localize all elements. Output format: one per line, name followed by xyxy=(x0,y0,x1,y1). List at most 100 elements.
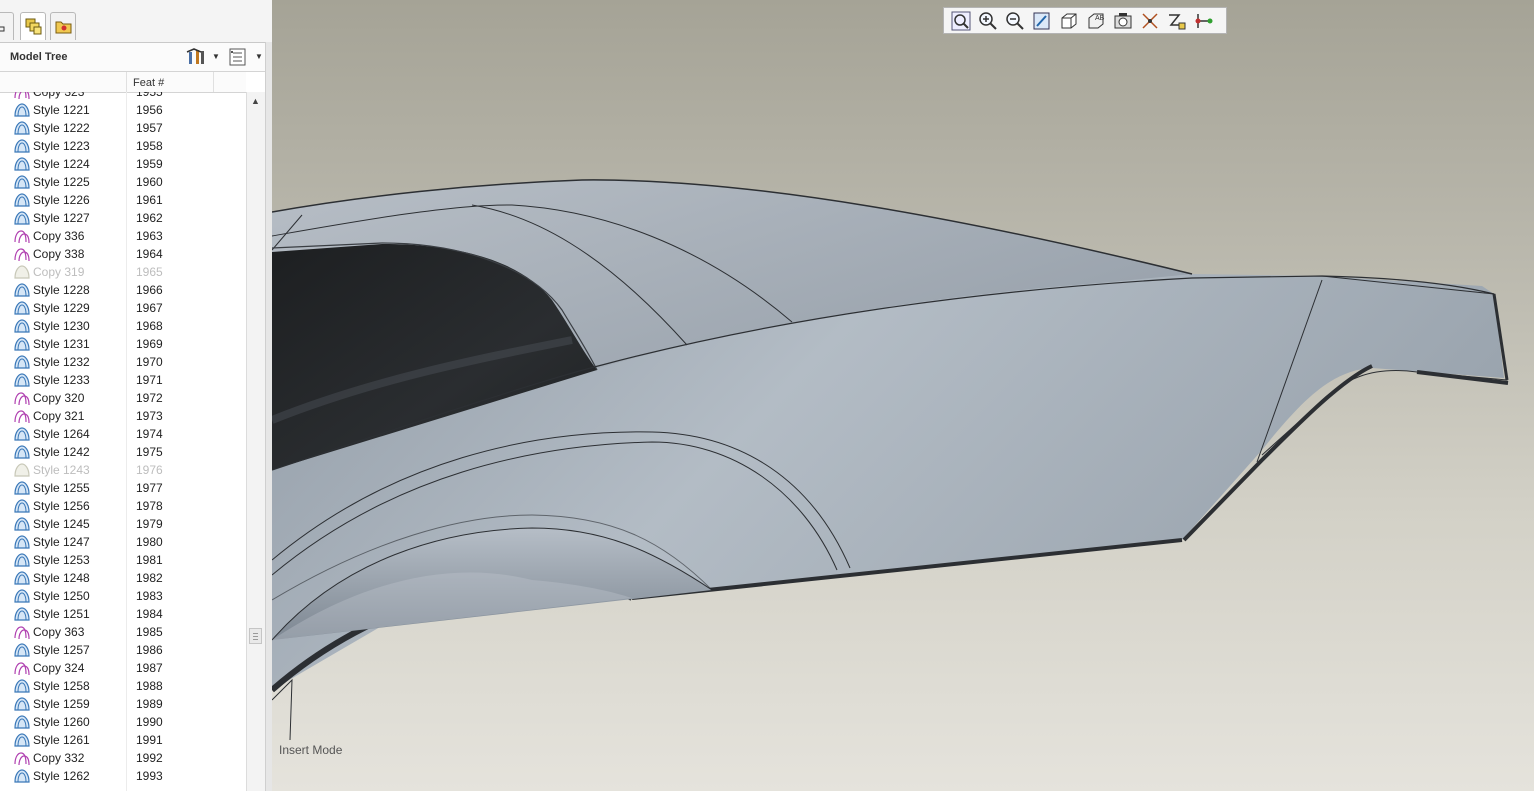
layers-tab[interactable] xyxy=(20,12,46,40)
tree-row[interactable]: Style 1264 1974 xyxy=(0,425,246,443)
tree-row[interactable]: Copy 323 1955 xyxy=(0,92,246,101)
tree-settings-icon[interactable] xyxy=(186,48,208,66)
style-feature-icon xyxy=(14,175,30,189)
tree-filters-icon[interactable] xyxy=(229,48,247,66)
tree-row[interactable]: Copy 321 1973 xyxy=(0,407,246,425)
perspective-icon[interactable] xyxy=(1113,11,1133,31)
tree-row[interactable]: Style 1229 1967 xyxy=(0,299,246,317)
tree-row[interactable]: Style 1243 1976 xyxy=(0,461,246,479)
suppressed-feature-icon xyxy=(14,463,30,477)
style-feature-icon xyxy=(13,336,31,352)
tree-row[interactable]: Style 1255 1977 xyxy=(0,479,246,497)
tree-row[interactable]: Copy 338 1964 xyxy=(0,245,246,263)
spin-center-icon[interactable] xyxy=(1194,11,1214,31)
tree-row[interactable]: Style 1228 1966 xyxy=(0,281,246,299)
folder-browser-tab[interactable] xyxy=(50,12,76,40)
tree-row[interactable]: Style 1245 1979 xyxy=(0,515,246,533)
tree-row[interactable]: Copy 363 1985 xyxy=(0,623,246,641)
feature-number: 1987 xyxy=(136,661,163,675)
feature-name: Style 1228 xyxy=(33,283,90,297)
feature-number: 1956 xyxy=(136,103,163,117)
tree-row[interactable]: Style 1253 1981 xyxy=(0,551,246,569)
tree-row[interactable]: Style 1231 1969 xyxy=(0,335,246,353)
model-tree-tab-icon xyxy=(0,26,5,32)
tree-row[interactable]: Style 1230 1968 xyxy=(0,317,246,335)
style-feature-icon xyxy=(13,174,31,190)
tree-row[interactable]: Style 1224 1959 xyxy=(0,155,246,173)
tree-row[interactable]: Copy 332 1992 xyxy=(0,749,246,767)
suppressed-feature-icon xyxy=(14,265,30,279)
feature-name: Style 1233 xyxy=(33,373,90,387)
copy-feature-icon xyxy=(13,92,31,100)
panel-splitter[interactable] xyxy=(265,42,272,791)
tree-row[interactable]: Style 1232 1970 xyxy=(0,353,246,371)
style-feature-icon xyxy=(14,211,30,225)
feature-number: 1973 xyxy=(136,409,163,423)
tree-row[interactable]: Style 1260 1990 xyxy=(0,713,246,731)
style-feature-icon xyxy=(14,445,30,459)
tree-row[interactable]: Style 1233 1971 xyxy=(0,371,246,389)
tree-row[interactable]: Copy 319 1965 xyxy=(0,263,246,281)
tree-row[interactable]: Style 1258 1988 xyxy=(0,677,246,695)
feature-number: 1968 xyxy=(136,319,163,333)
tree-row[interactable]: Style 1226 1961 xyxy=(0,191,246,209)
scrollbar-thumb[interactable] xyxy=(249,628,262,644)
column-header-name[interactable] xyxy=(0,72,127,92)
feature-number: 1966 xyxy=(136,283,163,297)
graphics-window[interactable]: AB Insert Mode xyxy=(272,0,1534,791)
feature-name: Style 1227 xyxy=(33,211,90,225)
style-feature-icon xyxy=(14,283,30,297)
copy-feature-icon xyxy=(14,662,30,676)
layers-tab-icon xyxy=(25,18,42,35)
feature-number: 1965 xyxy=(136,265,163,279)
tree-row[interactable]: Style 1259 1989 xyxy=(0,695,246,713)
feature-name: Style 1232 xyxy=(33,355,90,369)
feature-number: 1967 xyxy=(136,301,163,315)
tree-row[interactable]: Style 1221 1956 xyxy=(0,101,246,119)
model-tree-tab[interactable] xyxy=(0,12,14,40)
feature-number: 1958 xyxy=(136,139,163,153)
tree-row[interactable]: Copy 320 1972 xyxy=(0,389,246,407)
style-feature-icon xyxy=(13,642,31,658)
tree-row[interactable]: Style 1250 1983 xyxy=(0,587,246,605)
feature-name: Style 1255 xyxy=(33,481,90,495)
tree-row[interactable]: Copy 324 1987 xyxy=(0,659,246,677)
feature-name: Style 1230 xyxy=(33,319,90,333)
feature-name: Style 1247 xyxy=(33,535,90,549)
feature-number: 1991 xyxy=(136,733,163,747)
style-feature-icon xyxy=(13,138,31,154)
tree-row[interactable]: Style 1257 1986 xyxy=(0,641,246,659)
tree-row[interactable]: Style 1223 1958 xyxy=(0,137,246,155)
zoom-in-icon[interactable] xyxy=(978,11,998,31)
tree-row[interactable]: Style 1242 1975 xyxy=(0,443,246,461)
tree-row[interactable]: Style 1256 1978 xyxy=(0,497,246,515)
tree-row[interactable]: Copy 336 1963 xyxy=(0,227,246,245)
tree-scrollbar[interactable]: ▲ xyxy=(246,92,265,791)
style-feature-icon xyxy=(13,480,31,496)
column-header-feat-number[interactable]: Feat # xyxy=(133,77,164,89)
zoom-out-icon[interactable] xyxy=(1005,11,1025,31)
repaint-icon[interactable] xyxy=(1032,11,1052,31)
tree-row[interactable]: Style 1225 1960 xyxy=(0,173,246,191)
datum-display-icon[interactable] xyxy=(1140,11,1160,31)
feature-name: Copy 338 xyxy=(33,247,85,261)
feature-number: 1980 xyxy=(136,535,163,549)
display-style-icon[interactable]: AB xyxy=(1086,11,1106,31)
tree-row[interactable]: Style 1227 1962 xyxy=(0,209,246,227)
copy-feature-icon xyxy=(14,752,30,766)
tree-row[interactable]: Style 1248 1982 xyxy=(0,569,246,587)
tree-row[interactable]: Style 1251 1984 xyxy=(0,605,246,623)
scroll-up-icon[interactable]: ▲ xyxy=(251,96,260,106)
annotation-display-icon[interactable] xyxy=(1167,11,1187,31)
tree-row[interactable]: Style 1262 1993 xyxy=(0,767,246,785)
refit-icon[interactable] xyxy=(951,11,971,31)
chevron-down-icon[interactable]: ▼ xyxy=(255,52,263,61)
feature-number: 1981 xyxy=(136,553,163,567)
feature-name: Copy 320 xyxy=(33,391,85,405)
tree-row[interactable]: Style 1222 1957 xyxy=(0,119,246,137)
saved-views-icon[interactable] xyxy=(1059,11,1079,31)
tree-row[interactable]: Style 1261 1991 xyxy=(0,731,246,749)
tree-row[interactable]: Style 1247 1980 xyxy=(0,533,246,551)
style-feature-icon xyxy=(14,769,30,783)
chevron-down-icon[interactable]: ▼ xyxy=(212,52,220,61)
